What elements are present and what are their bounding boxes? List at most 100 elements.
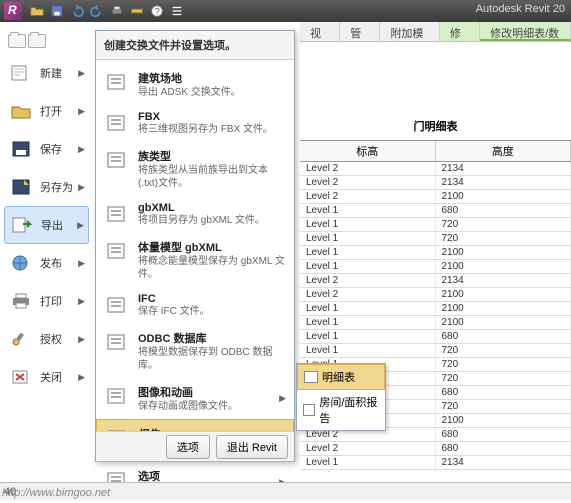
- cell-height[interactable]: 2100: [436, 414, 571, 427]
- cell-height[interactable]: 720: [436, 344, 571, 357]
- table-row[interactable]: Level 1680: [300, 330, 571, 344]
- export-体量模型 gbXML[interactable]: 体量模型 gbXML将概念能量模型保存为 gbXML 文件。: [96, 233, 294, 287]
- table-row[interactable]: Level 1680: [300, 204, 571, 218]
- table-row[interactable]: Level 22134: [300, 162, 571, 176]
- cell-level[interactable]: Level 2: [300, 162, 436, 175]
- table-row[interactable]: Level 12100: [300, 260, 571, 274]
- nav-新建[interactable]: 新建▶: [4, 54, 89, 92]
- cell-height[interactable]: 2134: [436, 162, 571, 175]
- nav-label: 保存: [40, 141, 78, 157]
- cell-height[interactable]: 680: [436, 428, 571, 441]
- cell-height[interactable]: 2134: [436, 274, 571, 287]
- tab-view[interactable]: 视图: [300, 22, 340, 41]
- cell-height[interactable]: 720: [436, 218, 571, 231]
- table-row[interactable]: Level 22100: [300, 190, 571, 204]
- table-row[interactable]: Level 1720: [300, 344, 571, 358]
- app-logo-icon[interactable]: [4, 2, 22, 20]
- cell-height[interactable]: 680: [436, 330, 571, 343]
- col-level[interactable]: 标高: [300, 141, 436, 161]
- submenu-schedule[interactable]: 明细表: [297, 364, 385, 390]
- measure-icon[interactable]: [128, 2, 146, 20]
- cell-height[interactable]: 2100: [436, 246, 571, 259]
- cell-height[interactable]: 2100: [436, 260, 571, 273]
- export-族类型[interactable]: 族类型将族类型从当前族导出到文本(.txt)文件。: [96, 142, 294, 196]
- submenu-room-area[interactable]: 房间/面积报告: [297, 390, 385, 430]
- table-row[interactable]: Level 12134: [300, 470, 571, 472]
- exit-revit-button[interactable]: 退出 Revit: [216, 435, 288, 459]
- cell-level[interactable]: Level 1: [300, 246, 436, 259]
- cell-height[interactable]: 720: [436, 400, 571, 413]
- export-item-icon: [104, 330, 132, 354]
- export-item-title: FBX: [138, 111, 273, 123]
- table-row[interactable]: Level 22134: [300, 176, 571, 190]
- cell-level[interactable]: Level 1: [300, 316, 436, 329]
- nav-保存[interactable]: 保存▶: [4, 130, 89, 168]
- cell-level[interactable]: Level 1: [300, 456, 436, 469]
- export-item-desc: 将概念能量模型保存为 gbXML 文件。: [138, 256, 285, 280]
- table-row[interactable]: Level 1720: [300, 232, 571, 246]
- export-ODBC 数据库[interactable]: ODBC 数据库将模型数据保存到 ODBC 数据库。: [96, 324, 294, 378]
- cell-level[interactable]: Level 1: [300, 344, 436, 357]
- cell-height[interactable]: 2134: [436, 176, 571, 189]
- table-row[interactable]: Level 22100: [300, 288, 571, 302]
- cell-height[interactable]: 2100: [436, 316, 571, 329]
- cell-level[interactable]: Level 1: [300, 330, 436, 343]
- col-height[interactable]: 高度: [436, 141, 571, 161]
- export-FBX[interactable]: FBX将三维视图另存为 FBX 文件。: [96, 105, 294, 142]
- redo-icon[interactable]: [88, 2, 106, 20]
- cell-height[interactable]: 2134: [436, 470, 571, 472]
- open-icon[interactable]: [28, 2, 46, 20]
- nav-关闭[interactable]: 关闭▶: [4, 358, 89, 396]
- tab-manage[interactable]: 管理: [340, 22, 380, 41]
- tab-modify[interactable]: 修改: [440, 22, 480, 41]
- nav-授权[interactable]: 授权▶: [4, 320, 89, 358]
- cell-height[interactable]: 680: [436, 386, 571, 399]
- nav-导出[interactable]: 导出▶: [4, 206, 89, 244]
- help-icon[interactable]: ?: [148, 2, 166, 20]
- list-icon[interactable]: [168, 2, 186, 20]
- cell-level[interactable]: Level 1: [300, 470, 436, 472]
- cell-height[interactable]: 2100: [436, 190, 571, 203]
- cell-level[interactable]: Level 1: [300, 302, 436, 315]
- table-row[interactable]: Level 1720: [300, 218, 571, 232]
- cell-level[interactable]: Level 2: [300, 442, 436, 455]
- print-icon[interactable]: [108, 2, 126, 20]
- cell-level[interactable]: Level 1: [300, 218, 436, 231]
- cell-height[interactable]: 680: [436, 442, 571, 455]
- undo-icon[interactable]: [68, 2, 86, 20]
- export-建筑场地[interactable]: 建筑场地导出 ADSK 交换文件。: [96, 64, 294, 105]
- cell-height[interactable]: 2134: [436, 456, 571, 469]
- tab-addins[interactable]: 附加模块: [380, 22, 439, 41]
- save-icon[interactable]: [48, 2, 66, 20]
- recent-toggle[interactable]: [8, 34, 89, 48]
- nav-发布[interactable]: 发布▶: [4, 244, 89, 282]
- cell-level[interactable]: Level 1: [300, 232, 436, 245]
- export-图像和动画[interactable]: 图像和动画保存动画或图像文件。▶: [96, 378, 294, 419]
- table-row[interactable]: Level 12100: [300, 316, 571, 330]
- cell-level[interactable]: Level 2: [300, 274, 436, 287]
- cell-height[interactable]: 680: [436, 204, 571, 217]
- cell-level[interactable]: Level 2: [300, 288, 436, 301]
- cell-level[interactable]: Level 2: [300, 190, 436, 203]
- table-row[interactable]: Level 12100: [300, 246, 571, 260]
- table-row[interactable]: Level 12134: [300, 456, 571, 470]
- nav-另存为[interactable]: 另存为▶: [4, 168, 89, 206]
- options-button[interactable]: 选项: [166, 435, 210, 459]
- nav-打开[interactable]: 打开▶: [4, 92, 89, 130]
- table-row[interactable]: Level 12100: [300, 302, 571, 316]
- chevron-right-icon: ▶: [78, 106, 85, 117]
- export-gbXML[interactable]: gbXML将项目另存为 gbXML 文件。: [96, 196, 294, 233]
- nav-打印[interactable]: 打印▶: [4, 282, 89, 320]
- cell-level[interactable]: Level 1: [300, 260, 436, 273]
- cell-height[interactable]: 720: [436, 358, 571, 371]
- cell-level[interactable]: Level 2: [300, 176, 436, 189]
- table-row[interactable]: Level 2680: [300, 442, 571, 456]
- cell-level[interactable]: Level 1: [300, 204, 436, 217]
- cell-height[interactable]: 720: [436, 232, 571, 245]
- export-IFC[interactable]: IFC保存 IFC 文件。: [96, 287, 294, 324]
- cell-height[interactable]: 2100: [436, 288, 571, 301]
- table-row[interactable]: Level 22134: [300, 274, 571, 288]
- cell-height[interactable]: 720: [436, 372, 571, 385]
- tab-modify-schedule[interactable]: 修改明细表/数量: [480, 22, 571, 41]
- cell-height[interactable]: 2100: [436, 302, 571, 315]
